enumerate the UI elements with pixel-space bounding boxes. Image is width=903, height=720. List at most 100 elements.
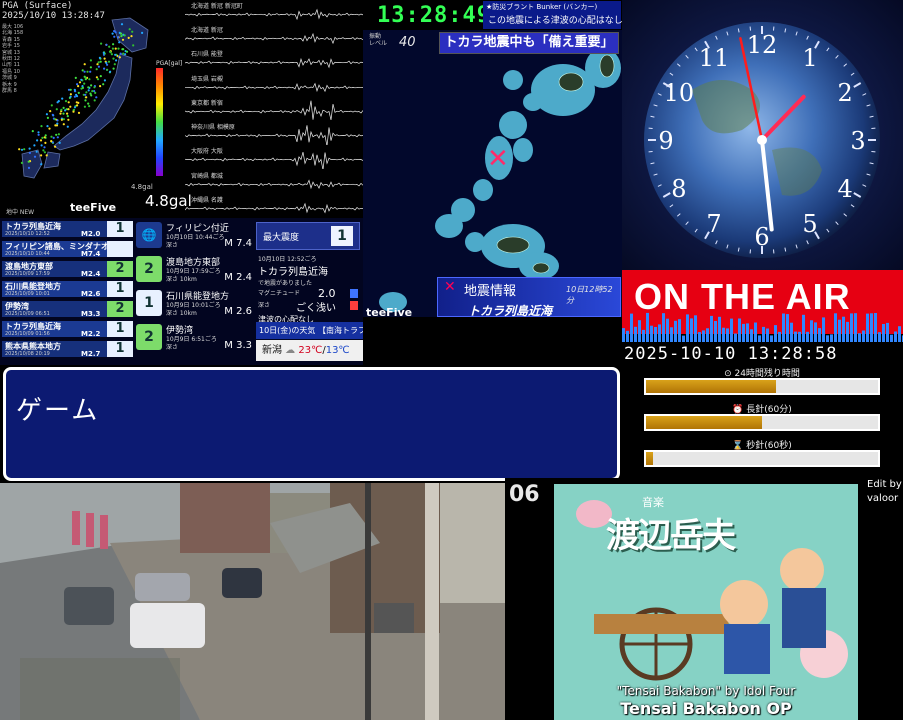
sensor-dot [75, 95, 79, 98]
sensor-dot [130, 35, 133, 38]
audio-level-bar [662, 313, 665, 342]
sensor-dot [122, 52, 125, 55]
sensor-dot [61, 97, 64, 100]
sensor-dot [96, 78, 100, 81]
camera-car-dark [64, 587, 114, 625]
sensor-dot [87, 89, 90, 92]
sensor-dot [111, 47, 114, 50]
latest-quake-summary: 10月10日 12:52ごろ トカラ列島近海 で地震がありました マグニチュード… [258, 254, 362, 325]
audio-level-bar [714, 321, 717, 342]
countdown-timer-track [644, 450, 880, 467]
sensor-dot [125, 50, 129, 53]
audio-level-bar [746, 323, 749, 342]
depth-label: 深さ [258, 302, 271, 309]
earthquake-detail-depth: 深さ [166, 344, 179, 351]
headline-alert: トカラ地震中も「備え重要」 [439, 32, 619, 54]
countdown-timer-track [644, 378, 880, 395]
audio-level-bar [750, 329, 753, 342]
audio-level-bar [654, 327, 657, 342]
sensor-dot [67, 108, 70, 111]
earthquake-row: 渡島地方東部 2025/10/09 17:59 M2.4 2 [2, 261, 133, 278]
waveform-trace [185, 8, 363, 21]
audio-level-bar [638, 320, 641, 342]
sensor-dot [77, 111, 81, 114]
sensor-dot [39, 139, 43, 142]
audio-level-bar [854, 313, 857, 342]
audio-level-bar [822, 317, 825, 342]
teefive-map-logo: teeFive [366, 306, 413, 317]
sensor-dot [93, 99, 96, 102]
sensor-dot [40, 144, 43, 147]
analog-clock-panel: 12 1 2 3 4 5 6 7 8 9 10 11 [622, 0, 903, 270]
audio-level-bar [722, 327, 725, 342]
sensor-dot [52, 136, 55, 139]
audio-level-bar [786, 314, 789, 342]
sensor-dot [50, 140, 53, 143]
countdown-timer-fill [646, 380, 776, 393]
depth-swatch [350, 301, 358, 310]
waveform-trace [185, 33, 363, 45]
sensor-dot [56, 122, 59, 125]
audio-level-bar [682, 335, 685, 342]
earthquake-detail-depth: 深さ 10km [166, 310, 197, 317]
cart-body [594, 614, 734, 634]
sensor-dot [90, 84, 93, 87]
sensor-dot [74, 76, 77, 79]
waveform-trace [185, 178, 363, 189]
sensor-dot [108, 50, 112, 53]
waveform-trace [185, 202, 363, 214]
earthquake-row-magnitude: M2.0 [81, 230, 101, 238]
sensor-dot [84, 93, 87, 96]
earthquake-row-datetime: 2025/10/10 12:52 [5, 231, 50, 237]
sensor-dot [89, 59, 92, 62]
epicenter-marker-icon: ✕ [487, 144, 509, 174]
audio-level-bar [726, 328, 729, 342]
countdown-timer-fill [646, 452, 653, 465]
sensor-dot [28, 151, 31, 154]
depth-row: 深さ ごく浅い [258, 300, 362, 314]
audio-level-bar [846, 321, 849, 342]
sensor-dot [60, 108, 63, 111]
sensor-dot [40, 163, 43, 166]
sensor-dot [115, 59, 118, 62]
earthquake-row: 熊本県熊本地方 2025/10/08 20:19 M2.7 1 [2, 341, 133, 358]
sensor-dot [98, 56, 101, 60]
sensor-dot [78, 81, 82, 84]
city-name: 新潟 [262, 345, 282, 356]
sensor-dot [102, 83, 105, 86]
sensor-dot [112, 43, 115, 46]
earthquake-row: 石川県能登地方 2025/10/09 10:01 M2.6 1 [2, 281, 133, 298]
sensor-dot [45, 113, 49, 116]
latest-quake-note: で地震がありました [258, 280, 313, 287]
sensor-dot [46, 116, 50, 119]
anime-frame: 音楽 渡辺岳夫 "Tensai Bakabon" by Idol Four Te… [554, 484, 858, 720]
sensor-dot [43, 151, 47, 154]
sensor-dot [117, 47, 120, 50]
sensor-dot [66, 115, 69, 118]
earthquake-row-datetime: 2025/10/09 01:56 [5, 331, 50, 337]
sensor-dot [37, 133, 40, 136]
edit-credit-line-2: valoor [867, 493, 899, 504]
temperature-high: 23℃ [298, 345, 323, 356]
audio-level-bar [898, 326, 901, 342]
sensor-dot [89, 70, 92, 73]
anime-panel: 06 Edit by valoor 音楽 渡辺岳夫 "Tensai Bakabo… [505, 478, 903, 720]
sensor-dot [64, 100, 68, 103]
clock-center-pin [757, 135, 767, 145]
camera-utility-pole [425, 483, 439, 720]
sensor-dot [51, 113, 54, 116]
clock-numeral: 2 [837, 79, 852, 107]
audio-level-bar [678, 319, 681, 342]
earthquake-row-magnitude: M7.4 [81, 250, 101, 258]
sensor-dot [73, 106, 77, 109]
sensor-dot [85, 96, 88, 99]
earthquake-info-box: ✕ 地震情報 10日12時52分 トカラ列島近海 [437, 277, 621, 317]
news-ticker-top: ★防災ブラント Bunker (バンカー) [483, 1, 621, 13]
waveform-traces: 北海道 新冠 新冠町 北海道 新冠 石川県 能登 埼玉県 岩槻 東京都 新宿 神奈川県 相… [185, 0, 363, 218]
sensor-dot [103, 67, 106, 70]
earthquake-info-place: トカラ列島近海 [468, 304, 553, 317]
sensor-dot [99, 85, 102, 88]
sensor-dot [43, 146, 46, 149]
sensor-dot [23, 148, 26, 151]
sensor-dot [36, 139, 39, 142]
